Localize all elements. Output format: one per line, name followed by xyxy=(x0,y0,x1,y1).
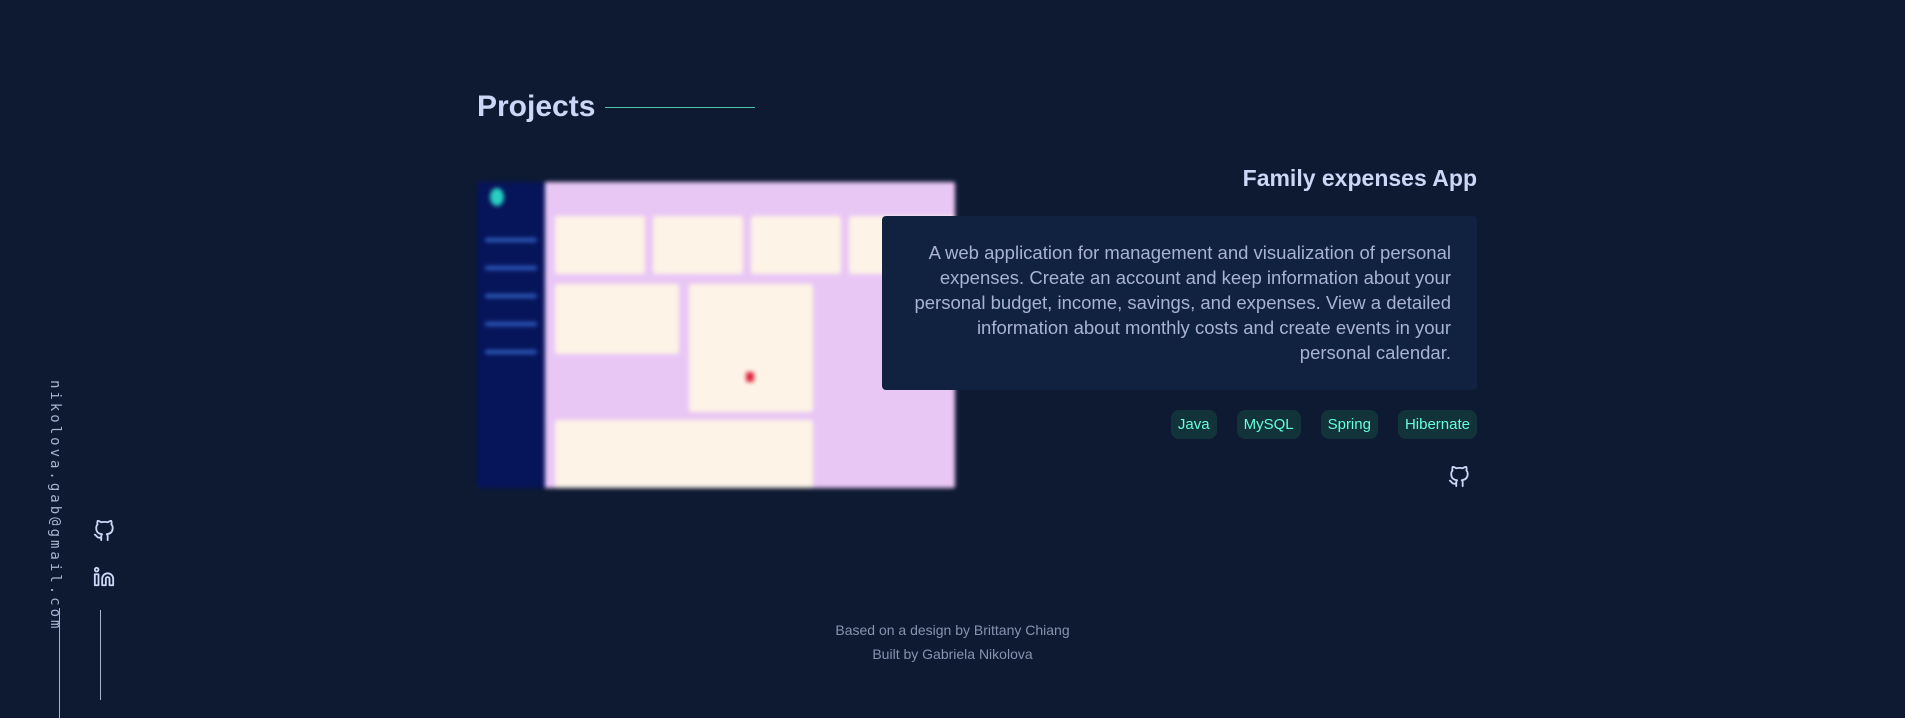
screenshot-card xyxy=(555,216,645,274)
screenshot-calendar-marker xyxy=(746,372,754,382)
section-title: Projects xyxy=(477,90,596,123)
screenshot-nav-item xyxy=(485,294,537,298)
linkedin-icon[interactable] xyxy=(93,566,119,592)
screenshot-nav-item xyxy=(485,350,537,354)
heading-rule xyxy=(605,106,756,108)
project-description: A web application for management and vis… xyxy=(882,216,1477,390)
screenshot-nav-item xyxy=(485,238,537,242)
github-icon[interactable] xyxy=(93,519,119,546)
screenshot-nav-item xyxy=(485,322,537,326)
screenshot-avatar xyxy=(490,188,504,206)
tech-tag: Hibernate xyxy=(1397,410,1477,439)
project-github-icon[interactable] xyxy=(1448,465,1470,488)
screenshot-nav-item xyxy=(485,266,537,270)
screenshot-summary xyxy=(555,284,679,354)
screenshot-sidebar xyxy=(477,182,545,488)
section-heading: Projects xyxy=(477,90,756,124)
screenshot-card xyxy=(653,216,743,274)
screenshot-table xyxy=(555,420,813,488)
footer-credit-link[interactable]: Based on a design by Brittany Chiang xyxy=(0,618,1905,642)
footer: Based on a design by Brittany Chiang Bui… xyxy=(0,618,1905,666)
tech-tag: Java xyxy=(1170,410,1217,439)
tech-tag: Spring xyxy=(1320,410,1378,439)
screenshot-card xyxy=(751,216,841,274)
footer-built-by: Built by Gabriela Nikolova xyxy=(872,646,1033,662)
tech-tag: MySQL xyxy=(1236,410,1301,439)
tech-list: Java MySQL Spring Hibernate xyxy=(1170,410,1477,439)
screenshot-calendar xyxy=(689,284,813,412)
email-link[interactable]: nikolova.gab@gmail.com xyxy=(47,380,63,631)
project-title[interactable]: Family expenses App xyxy=(1243,165,1477,192)
